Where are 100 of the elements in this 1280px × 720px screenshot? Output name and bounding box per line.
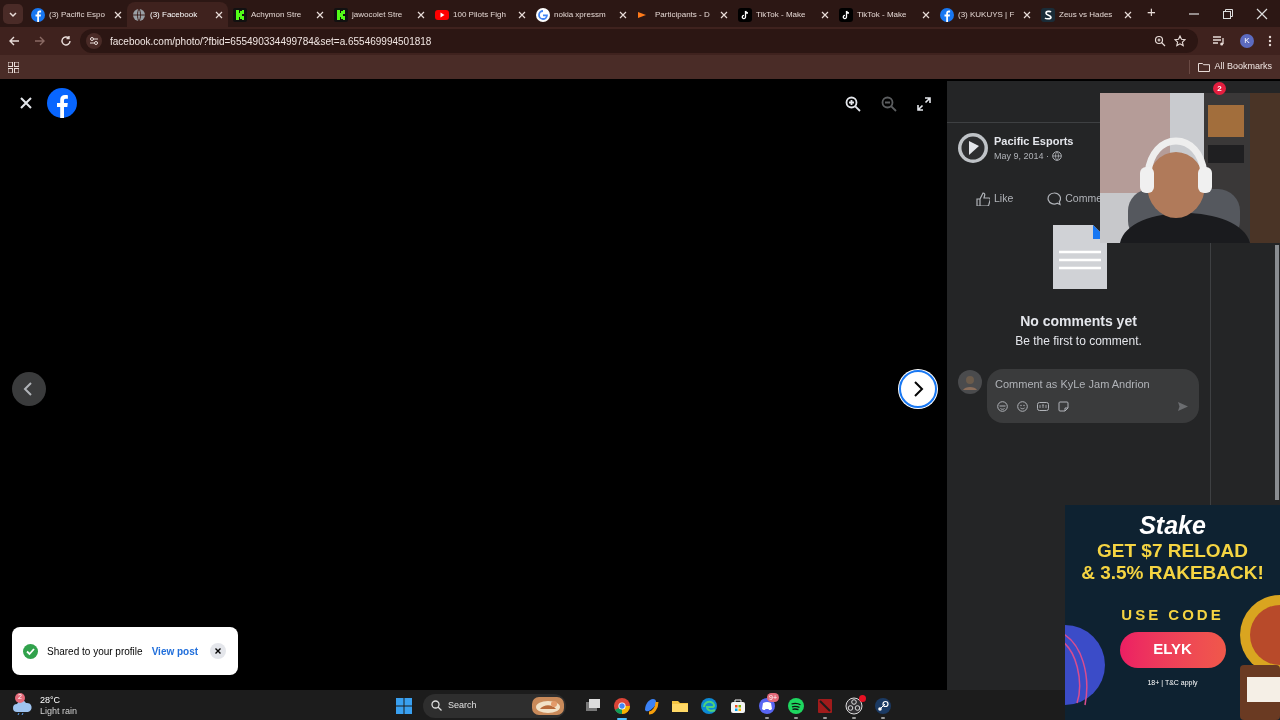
globe-icon xyxy=(132,7,146,22)
more-icon[interactable] xyxy=(1268,35,1272,47)
star-icon[interactable] xyxy=(1174,35,1186,47)
toast-message: Shared to your profile xyxy=(47,644,143,659)
start-icon[interactable] xyxy=(396,697,412,714)
comment-field[interactable]: Comment as KyLe Jam Andrion xyxy=(995,375,1191,393)
media-controls-icon[interactable] xyxy=(1212,35,1226,47)
browser-tab[interactable]: Achymon Stre xyxy=(228,2,329,27)
k-logo-icon xyxy=(233,7,247,22)
restore-icon[interactable] xyxy=(1222,7,1234,20)
swirl-icon xyxy=(642,696,660,715)
facebook-icon xyxy=(940,7,954,22)
close-icon[interactable] xyxy=(210,643,226,659)
close-icon[interactable] xyxy=(922,10,930,19)
facebook-icon xyxy=(31,7,45,22)
close-icon[interactable] xyxy=(316,10,324,19)
browser-tab[interactable]: jawocolet Stre xyxy=(329,2,430,27)
profile-avatar[interactable]: K xyxy=(1240,34,1254,48)
browser-tab[interactable]: Zeus vs Hades xyxy=(1036,2,1137,27)
gif-icon[interactable] xyxy=(1037,401,1049,413)
emoji-icon[interactable] xyxy=(1017,401,1028,413)
chrome-icon xyxy=(613,696,631,715)
next-button[interactable] xyxy=(897,368,939,410)
active-indicator xyxy=(617,717,627,720)
bookmarks-folder[interactable]: All Bookmarks xyxy=(1189,60,1272,74)
close-icon[interactable] xyxy=(1023,10,1031,19)
new-tab-button[interactable]: + xyxy=(1147,0,1156,23)
tab-search-icon[interactable] xyxy=(3,3,23,24)
url-text: facebook.com/photo/?fbid=655490334499784&set=a.655469994501818 xyxy=(110,34,433,49)
sticker-icon[interactable] xyxy=(1058,401,1069,413)
close-icon[interactable] xyxy=(1256,7,1268,20)
comment-box[interactable]: Comment as KyLe Jam Andrion xyxy=(987,368,1199,423)
temperature: 28°C xyxy=(40,694,62,706)
post-date[interactable]: May 9, 2014 · xyxy=(994,149,1050,163)
running-indicator xyxy=(852,716,856,719)
close-icon[interactable] xyxy=(215,10,223,19)
back-icon[interactable] xyxy=(8,35,20,47)
bag-icon xyxy=(729,696,747,715)
g-logo-icon xyxy=(536,7,550,22)
page-name[interactable]: Pacific Esports xyxy=(994,133,1074,150)
close-icon[interactable] xyxy=(720,10,728,19)
avatar-sticker-icon[interactable] xyxy=(997,401,1008,413)
tab-title: 100 Pilots Figh xyxy=(453,8,507,21)
tab-title: Zeus vs Hades xyxy=(1059,8,1114,21)
browser-tab[interactable]: (3) Pacific Espo xyxy=(26,2,127,27)
running-indicator xyxy=(823,716,827,719)
browser-tab[interactable]: (3) KUKUYS | F xyxy=(935,2,1036,27)
fullscreen-icon[interactable] xyxy=(917,97,931,111)
zoom-in-icon[interactable] xyxy=(845,96,861,112)
s-logo-icon xyxy=(1041,7,1055,22)
view-post-link[interactable]: View post xyxy=(151,643,199,659)
site-settings-icon[interactable] xyxy=(86,33,102,49)
scrollbar-thumb[interactable] xyxy=(1275,245,1279,500)
close-icon[interactable] xyxy=(518,10,526,19)
tab-title: (3) KUKUYS | F xyxy=(958,8,1016,21)
running-indicator xyxy=(881,716,885,719)
running-indicator xyxy=(765,716,769,719)
ad-headline: & 3.5% RAKEBACK! xyxy=(1081,562,1264,584)
note-icon xyxy=(839,7,853,22)
promo-code-button[interactable]: ELYK xyxy=(1119,631,1226,668)
close-icon[interactable] xyxy=(1124,10,1132,19)
browser-tab[interactable]: TikTok - Make xyxy=(834,2,935,27)
tab-title: (3) Pacific Espo xyxy=(49,8,107,21)
action-button[interactable]: Like xyxy=(976,191,1014,207)
zoom-icon[interactable] xyxy=(1154,35,1166,47)
tab-title: TikTok - Make xyxy=(756,8,807,21)
previous-button[interactable] xyxy=(12,372,46,406)
user-avatar-icon[interactable] xyxy=(958,369,982,394)
forward-icon[interactable] xyxy=(34,35,46,47)
speech-bubble-icon xyxy=(1047,191,1062,206)
apps-icon[interactable] xyxy=(8,61,19,73)
tab-title: (3) Facebook xyxy=(150,8,199,21)
shield-icon xyxy=(816,696,834,715)
tab-title: jawocolet Stre xyxy=(352,8,404,21)
page-avatar-icon[interactable] xyxy=(958,133,988,163)
facebook-logo-icon[interactable] xyxy=(47,88,77,118)
document-icon xyxy=(1052,224,1107,289)
reload-icon[interactable] xyxy=(60,35,72,47)
browser-tab[interactable]: 100 Pilots Figh xyxy=(430,2,531,27)
browser-tab[interactable]: nokia xpressm xyxy=(531,2,632,27)
tab-title: Achymon Stre xyxy=(251,8,303,21)
close-icon[interactable] xyxy=(417,10,425,19)
close-icon[interactable] xyxy=(114,10,122,19)
browser-tab[interactable]: Participants - D xyxy=(632,2,733,27)
browser-tab[interactable]: TikTok - Make xyxy=(733,2,834,27)
address-bar[interactable]: facebook.com/photo/?fbid=655490334499784&set=a.655469994501818 xyxy=(80,29,1198,53)
aperture-icon xyxy=(845,696,863,715)
close-icon[interactable] xyxy=(619,10,627,19)
running-indicator xyxy=(794,716,798,719)
thumb-icon xyxy=(976,191,990,206)
search-field[interactable]: Search xyxy=(423,693,566,718)
note-icon xyxy=(738,7,752,22)
browser-tab[interactable]: (3) Facebook xyxy=(127,2,228,27)
close-icon[interactable] xyxy=(821,10,829,19)
sound-waves-icon xyxy=(787,696,805,715)
globe-icon xyxy=(1052,151,1063,162)
action-button[interactable]: Comme xyxy=(1047,191,1103,207)
steam-icon xyxy=(874,696,892,715)
close-icon[interactable] xyxy=(19,96,33,110)
stake-logo: Stake xyxy=(1139,510,1206,540)
